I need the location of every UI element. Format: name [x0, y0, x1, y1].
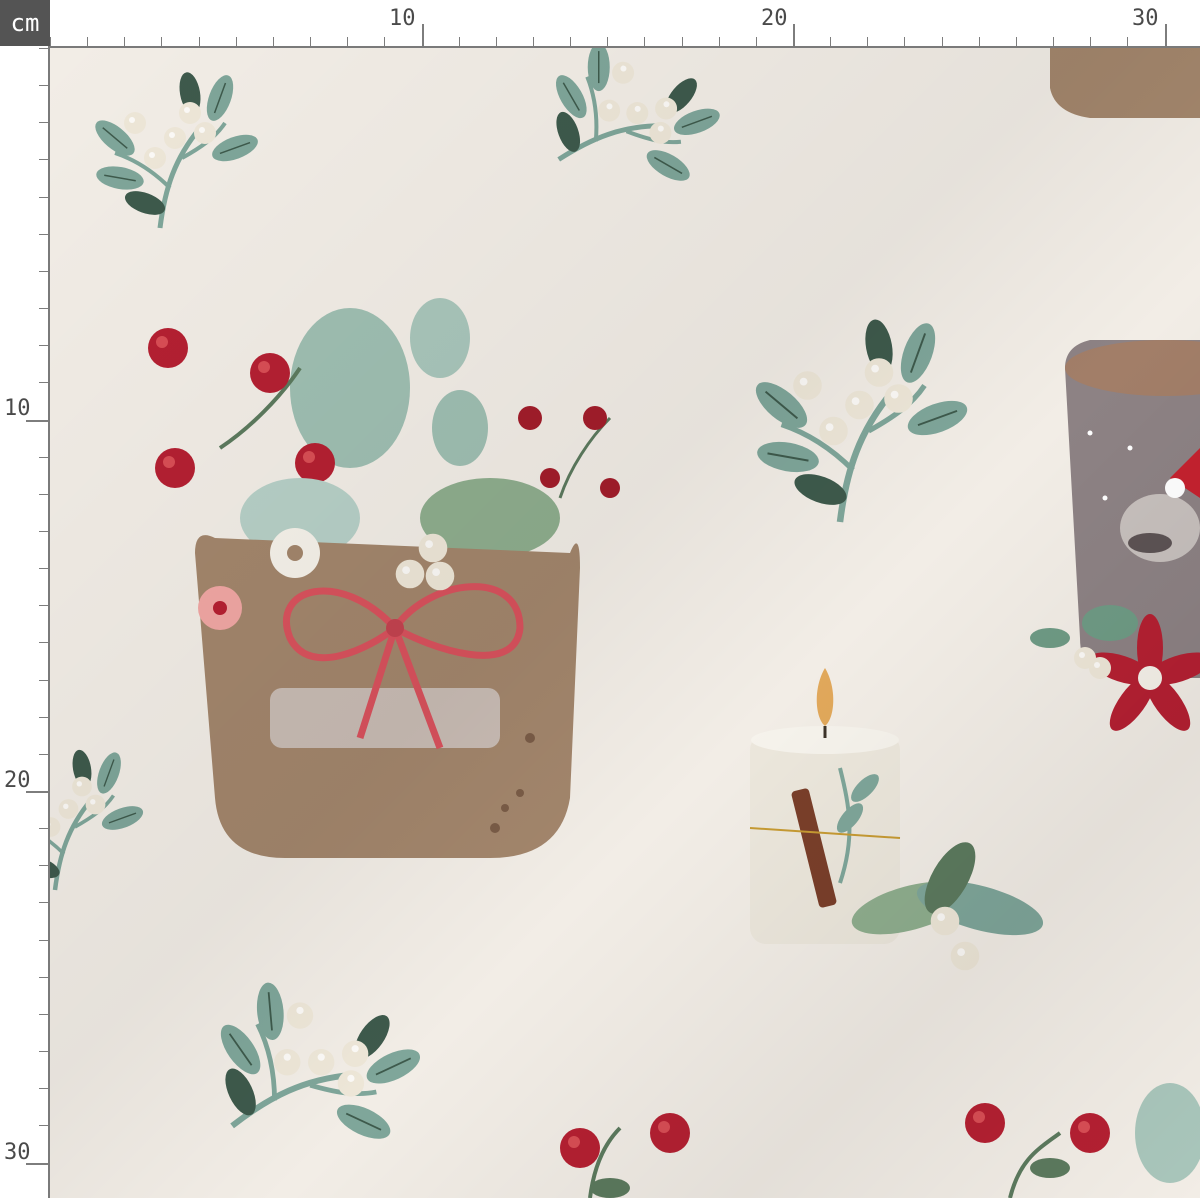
ruler-tick: [124, 37, 125, 46]
ruler-tick: [39, 382, 48, 383]
ruler-top-label-20: 20: [761, 6, 788, 31]
ruler-tick: [39, 1088, 48, 1089]
ruler-tick: [26, 791, 48, 793]
ruler-tick: [1127, 37, 1128, 46]
ruler-tick: [570, 37, 571, 46]
ruler-tick: [39, 531, 48, 532]
ruler-top-label-10: 10: [389, 6, 416, 31]
fabric-fold-shading: [50, 48, 1200, 1198]
fabric-swatch: [50, 48, 1200, 1198]
ruler-tick: [39, 754, 48, 755]
ruler-tick: [199, 37, 200, 46]
ruler-tick: [39, 680, 48, 681]
ruler-left-label-20: 20: [4, 768, 31, 793]
ruler-tick: [39, 1051, 48, 1052]
ruler-tick: [39, 605, 48, 606]
ruler-tick: [273, 37, 274, 46]
ruler-tick: [979, 37, 980, 46]
ruler-tick: [87, 37, 88, 46]
ruler-tick: [533, 37, 534, 46]
ruler-tick: [236, 37, 237, 46]
ruler-tick: [39, 85, 48, 86]
ruler-tick: [422, 24, 424, 46]
ruler-tick: [39, 234, 48, 235]
ruler-tick: [496, 37, 497, 46]
ruler-tick: [719, 37, 720, 46]
ruler-tick: [39, 977, 48, 978]
ruler-tick: [39, 568, 48, 569]
ruler-tick: [39, 1014, 48, 1015]
ruler-tick: [39, 717, 48, 718]
ruler-tick: [1053, 37, 1054, 46]
ruler-tick: [384, 37, 385, 46]
ruler-tick: [904, 37, 905, 46]
ruler-tick: [39, 494, 48, 495]
ruler-tick: [39, 457, 48, 458]
ruler-tick: [39, 1125, 48, 1126]
ruler-tick: [644, 37, 645, 46]
ruler-tick: [39, 271, 48, 272]
ruler-tick: [39, 828, 48, 829]
ruler-tick: [26, 420, 48, 422]
ruler-top-label-30: 30: [1132, 6, 1159, 31]
ruler-tick: [1090, 37, 1091, 46]
ruler-tick: [793, 24, 795, 46]
ruler-tick: [682, 37, 683, 46]
ruler-left-label-30: 30: [4, 1140, 31, 1165]
ruler-tick: [830, 37, 831, 46]
ruler-tick: [39, 122, 48, 123]
ruler-tick: [39, 865, 48, 866]
ruler-tick: [756, 37, 757, 46]
ruler-tick: [942, 37, 943, 46]
ruler-tick: [39, 940, 48, 941]
ruler-tick: [347, 37, 348, 46]
ruler-tick: [39, 642, 48, 643]
ruler-tick: [459, 37, 460, 46]
ruler-tick: [1165, 24, 1167, 46]
ruler-tick: [39, 902, 48, 903]
ruler-tick: [161, 37, 162, 46]
ruler-tick: [867, 37, 868, 46]
ruler-top: 10 20 30: [50, 0, 1200, 48]
ruler-tick: [39, 159, 48, 160]
ruler-tick: [39, 48, 48, 49]
ruler-left-label-10: 10: [4, 396, 31, 421]
ruler-tick: [50, 37, 51, 46]
ruler-tick: [1016, 37, 1017, 46]
ruler-tick: [26, 1163, 48, 1165]
ruler-tick: [310, 37, 311, 46]
ruler-tick: [607, 37, 608, 46]
ruler-left: 10 20 30: [0, 46, 50, 1198]
ruler-tick: [39, 345, 48, 346]
ruler-tick: [39, 197, 48, 198]
ruler-tick: [39, 308, 48, 309]
ruler-unit-label: cm: [0, 0, 50, 46]
